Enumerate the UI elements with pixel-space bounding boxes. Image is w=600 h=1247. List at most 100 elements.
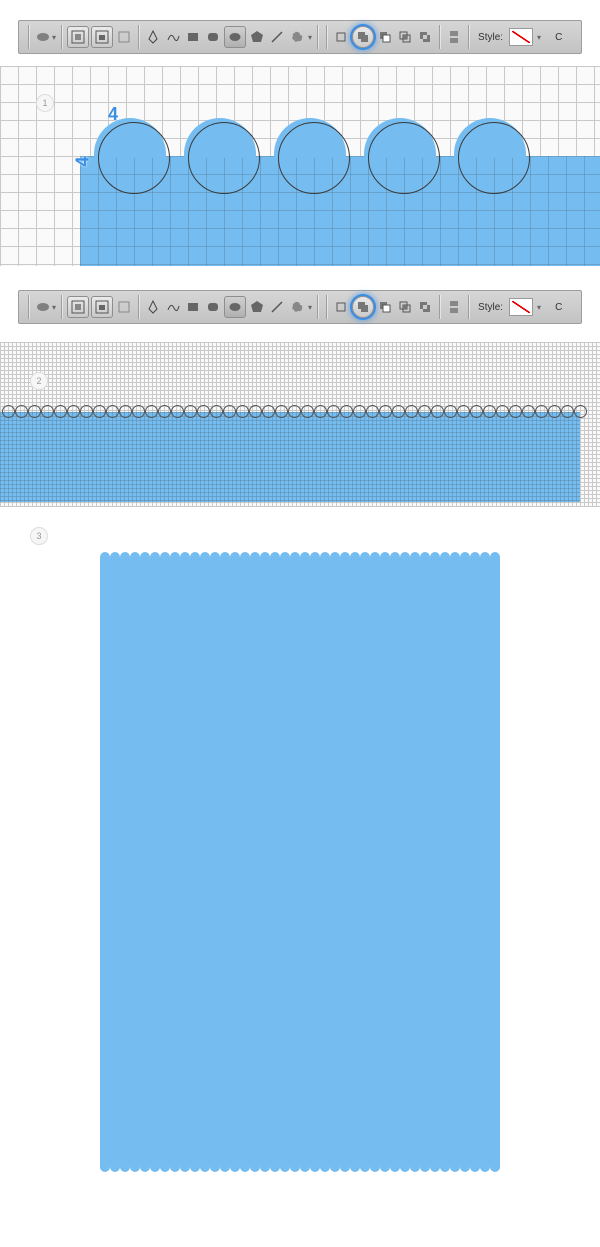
options-toolbar-2: ▾ ▾ Style: ▾ C: [18, 290, 582, 324]
step-badge-2: 2: [30, 372, 48, 390]
circle-outline-small: [119, 405, 132, 418]
polygon-icon[interactable]: [248, 28, 266, 46]
pen-icon[interactable]: [144, 28, 162, 46]
intersect-shape-icon[interactable]: [396, 298, 414, 316]
exclude-shape-icon[interactable]: [416, 298, 434, 316]
circle-outline-small: [223, 405, 236, 418]
pen-icon[interactable]: [144, 298, 162, 316]
separator: [28, 25, 29, 49]
shape-layers-button[interactable]: [67, 296, 89, 318]
separator: [326, 25, 327, 49]
fill-pixels-button[interactable]: [115, 28, 133, 46]
circle-outline-small: [197, 405, 210, 418]
circle-outline: [188, 122, 260, 194]
line-icon[interactable]: [268, 28, 286, 46]
new-shape-layer-icon[interactable]: [332, 28, 350, 46]
separator: [439, 25, 440, 49]
circle-outline-small: [249, 405, 262, 418]
circle-outline-small: [184, 405, 197, 418]
circle-outline-small: [2, 405, 15, 418]
circle-outline-small: [366, 405, 379, 418]
separator: [138, 25, 139, 49]
step-badge-3: 3: [30, 527, 48, 545]
canvas-step-2[interactable]: 2: [0, 342, 600, 507]
style-swatch[interactable]: [509, 298, 533, 316]
dimension-side: 4: [73, 156, 94, 166]
polygon-icon[interactable]: [248, 298, 266, 316]
blue-shape-rect-2: [0, 412, 580, 502]
color-label-partial: C: [555, 32, 562, 43]
circle-outline-small: [275, 405, 288, 418]
circle-outline-small: [522, 405, 535, 418]
ellipse-shape-icon[interactable]: [224, 26, 246, 48]
circle-outline-small: [314, 405, 327, 418]
circle-outline-small: [41, 405, 54, 418]
ellipse-tool-indicator[interactable]: [34, 28, 52, 46]
rectangle-icon[interactable]: [184, 28, 202, 46]
custom-shape-icon[interactable]: [288, 298, 306, 316]
circle-outline-small: [67, 405, 80, 418]
circle-outline: [98, 122, 170, 194]
ellipse-tool-indicator[interactable]: [34, 298, 52, 316]
style-label: Style:: [478, 302, 503, 313]
canvas-step-3[interactable]: 3: [0, 507, 600, 1227]
scalloped-blue-rect: [100, 557, 500, 1167]
new-shape-layer-icon[interactable]: [332, 298, 350, 316]
paths-button[interactable]: [91, 26, 113, 48]
separator: [317, 25, 318, 49]
shape-layers-button[interactable]: [67, 26, 89, 48]
geometry-options-icon[interactable]: [445, 28, 463, 46]
ellipse-shape-icon[interactable]: [224, 296, 246, 318]
circle-outline-small: [340, 405, 353, 418]
dimension-top: 4: [108, 104, 118, 125]
circle-outline-small: [496, 405, 509, 418]
circle-outline-small: [535, 405, 548, 418]
circle-outline-small: [574, 405, 587, 418]
circle-outline-small: [392, 405, 405, 418]
separator: [468, 25, 469, 49]
paths-button[interactable]: [91, 296, 113, 318]
circle-outline-small: [327, 405, 340, 418]
circle-outline-small: [28, 405, 41, 418]
freeform-pen-icon[interactable]: [164, 28, 182, 46]
circle-outline-small: [80, 405, 93, 418]
add-to-shape-area-icon[interactable]: [352, 26, 374, 48]
circle-outline-small: [457, 405, 470, 418]
separator: [61, 25, 62, 49]
freeform-pen-icon[interactable]: [164, 298, 182, 316]
exclude-shape-icon[interactable]: [416, 28, 434, 46]
rounded-rectangle-icon[interactable]: [204, 298, 222, 316]
step-badge-1: 1: [36, 94, 54, 112]
geometry-options-icon[interactable]: [445, 298, 463, 316]
circle-outline-small: [54, 405, 67, 418]
circle-outline-small: [405, 405, 418, 418]
circle-outline-small: [15, 405, 28, 418]
circle-outline-small: [236, 405, 249, 418]
style-label: Style:: [478, 32, 503, 43]
subtract-from-shape-icon[interactable]: [376, 28, 394, 46]
rectangle-icon[interactable]: [184, 298, 202, 316]
circle-outline-small: [379, 405, 392, 418]
circle-outline-small: [93, 405, 106, 418]
options-toolbar-1: ▾ ▾: [18, 20, 582, 54]
canvas-step-1[interactable]: 1 4 4: [0, 66, 600, 266]
subtract-from-shape-icon[interactable]: [376, 298, 394, 316]
circle-outline-small: [210, 405, 223, 418]
circle-outline-small: [444, 405, 457, 418]
custom-shape-icon[interactable]: [288, 28, 306, 46]
circle-outline-small: [288, 405, 301, 418]
circle-outline-small: [418, 405, 431, 418]
intersect-shape-icon[interactable]: [396, 28, 414, 46]
circle-outline-small: [106, 405, 119, 418]
circle-outline-small: [158, 405, 171, 418]
rounded-rectangle-icon[interactable]: [204, 28, 222, 46]
line-icon[interactable]: [268, 298, 286, 316]
circle-outline-small: [171, 405, 184, 418]
add-to-shape-area-icon[interactable]: [352, 296, 374, 318]
fill-pixels-button[interactable]: [115, 298, 133, 316]
circle-outline-small: [509, 405, 522, 418]
circle-outline-small: [548, 405, 561, 418]
circle-outline-small: [470, 405, 483, 418]
circle-outline-small: [431, 405, 444, 418]
style-swatch[interactable]: [509, 28, 533, 46]
